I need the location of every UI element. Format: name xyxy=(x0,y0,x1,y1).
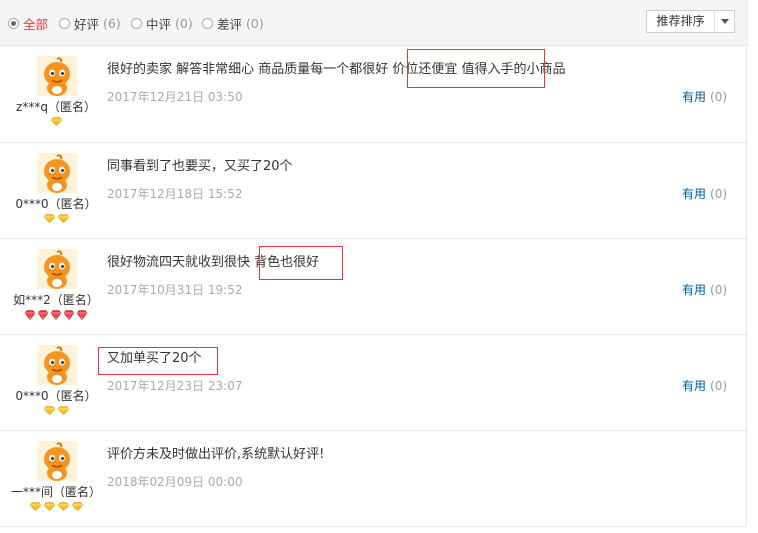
avatar[interactable] xyxy=(37,56,77,96)
avatar[interactable] xyxy=(37,345,77,385)
useful-count: (0) xyxy=(710,90,728,104)
filter-all[interactable]: 全部 xyxy=(8,15,49,32)
gold-diamond-icon xyxy=(71,502,84,511)
gold-diamond-icon xyxy=(43,406,56,415)
filter-label: 中评 xyxy=(146,16,172,32)
avatar[interactable] xyxy=(37,249,77,289)
review-date: 2017年10月31日 19:52 xyxy=(107,283,243,297)
annotation-highlight-box xyxy=(407,49,545,88)
filter-count: (0) xyxy=(175,15,193,31)
filter-count: (0) xyxy=(246,15,264,31)
radio-selected-icon xyxy=(8,17,19,29)
user-level-badges xyxy=(0,214,112,223)
filter-label: 全部 xyxy=(23,16,49,32)
gold-diamond-icon xyxy=(29,502,42,511)
review-item: 一***间（匿名） 评价方未及时做出评价,系统默认好评! 2018年02月09日 0… xyxy=(0,431,747,527)
filter-positive[interactable]: 好评 (6) xyxy=(59,15,121,32)
review-item: 如***2（匿名） 很好物流四天就收到很快 背色也很好 2017年10月31日 19… xyxy=(0,239,747,335)
gold-diamond-icon xyxy=(50,117,63,126)
gold-diamond-icon xyxy=(57,502,70,511)
reviewer-name: 如***2（匿名） xyxy=(13,293,99,307)
user-level-badges xyxy=(0,117,112,126)
reviewer-name: 一***间（匿名） xyxy=(10,485,101,499)
reviewer-name: 0***0（匿名） xyxy=(15,197,97,211)
filter-count: (6) xyxy=(103,15,121,31)
gold-diamond-icon xyxy=(43,502,56,511)
gold-diamond-icon xyxy=(57,214,70,223)
user-level-badges xyxy=(0,406,112,415)
review-item: z***q（匿名） 很好的卖家 解答非常细心 商品质量每一个都很好 价位还便宜 值… xyxy=(0,46,747,143)
filter-neutral[interactable]: 中评 (0) xyxy=(131,15,193,32)
useful-label: 有用 xyxy=(682,283,707,297)
red-diamond-icon xyxy=(76,310,88,320)
filter-negative[interactable]: 差评 (0) xyxy=(202,15,264,32)
avatar[interactable] xyxy=(37,153,77,193)
review-date: 2017年12月18日 15:52 xyxy=(107,187,243,201)
annotation-highlight-box xyxy=(259,246,343,280)
red-diamond-icon xyxy=(50,310,62,320)
sort-label: 推荐排序 xyxy=(647,11,715,32)
radio-icon xyxy=(59,17,70,29)
review-content: 同事看到了也要买，又买了20个 xyxy=(107,159,293,174)
review-item: 0***0（匿名） 又加单买了20个 2017年12月23日 23:07 有用 (0) xyxy=(0,335,747,431)
review-item: 0***0（匿名） 同事看到了也要买，又买了20个 2017年12月18日 15:5… xyxy=(0,143,747,239)
useful-button[interactable]: 有用 (0) xyxy=(682,88,727,105)
red-diamond-icon xyxy=(24,310,36,320)
red-diamond-icon xyxy=(63,310,75,320)
review-date: 2017年12月23日 23:07 xyxy=(107,379,243,393)
gold-diamond-icon xyxy=(43,214,56,223)
avatar[interactable] xyxy=(37,441,77,481)
reviewer-name: z***q（匿名） xyxy=(16,100,96,114)
annotation-highlight-box xyxy=(98,347,218,375)
useful-button[interactable]: 有用 (0) xyxy=(682,281,727,298)
filter-label: 好评 xyxy=(74,16,100,32)
review-content: 评价方未及时做出评价,系统默认好评! xyxy=(107,447,325,462)
useful-count: (0) xyxy=(710,283,728,297)
useful-button[interactable]: 有用 (0) xyxy=(682,185,727,202)
sort-dropdown[interactable]: 推荐排序 xyxy=(646,10,735,33)
useful-label: 有用 xyxy=(682,90,707,104)
user-level-badges xyxy=(0,310,112,320)
useful-count: (0) xyxy=(710,187,728,201)
red-diamond-icon xyxy=(37,310,49,320)
useful-count: (0) xyxy=(710,379,728,393)
filter-label: 差评 xyxy=(217,16,243,32)
review-filter-bar: 全部 好评 (6) 中评 (0) 差评 (0) 推荐排序 xyxy=(0,0,748,46)
useful-label: 有用 xyxy=(682,187,707,201)
review-list: z***q（匿名） 很好的卖家 解答非常细心 商品质量每一个都很好 价位还便宜 值… xyxy=(0,46,747,527)
user-level-badges xyxy=(0,502,112,511)
review-date: 2017年12月21日 03:50 xyxy=(107,90,243,104)
reviewer-name: 0***0（匿名） xyxy=(15,389,97,403)
review-date: 2018年02月09日 00:00 xyxy=(107,475,243,489)
radio-icon xyxy=(131,17,142,29)
radio-icon xyxy=(202,17,213,29)
gold-diamond-icon xyxy=(57,406,70,415)
useful-label: 有用 xyxy=(682,379,707,393)
useful-button[interactable]: 有用 (0) xyxy=(682,377,727,394)
chevron-down-icon xyxy=(715,19,734,24)
